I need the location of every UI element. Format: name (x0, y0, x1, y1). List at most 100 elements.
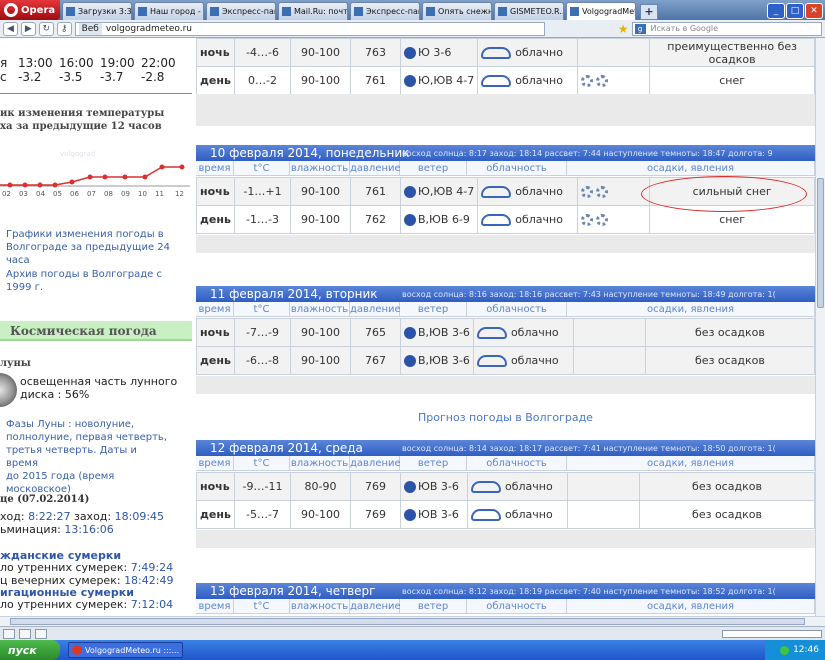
table-row: день -5…-7 90-100 769 ЮВ 3-6 облачно без… (196, 500, 815, 529)
cloud-cell: облачно (467, 500, 568, 529)
mini-row-label: я (0, 56, 8, 70)
page-content: я 13:00 16:00 19:00 22:00 c -3.2 -3.5 -3.7 -2.8 … (0, 38, 815, 616)
unite-button[interactable] (35, 628, 47, 639)
precipitation-cell: без осадков (644, 346, 815, 375)
snow-icon (581, 186, 594, 198)
time-of-day: ночь (196, 177, 235, 206)
network-icon[interactable] (780, 645, 790, 655)
start-button[interactable]: пуск (0, 640, 60, 660)
link-line: Архив погоды в Волгограде с (6, 269, 162, 280)
opera-logo-icon (4, 3, 18, 17)
day-header: 10 февраля 2014, понедельник восход солнц… (196, 145, 815, 161)
cloud-cell: облачно (477, 66, 579, 95)
search-placeholder: Искать в Google (650, 23, 719, 33)
mini-temp: -3.2 (18, 70, 42, 84)
tab-label: Mail.Ru: почт... (294, 7, 348, 16)
wind-cell: Ю,ЮВ 4-7 (399, 177, 479, 206)
moon-heading: луны (0, 358, 31, 369)
mini-time: 16:00 (59, 56, 94, 70)
forward-button[interactable]: ▶ (20, 21, 36, 36)
archive-link[interactable]: Архив погоды в Волгограде с 1999 г. (6, 268, 171, 294)
separator-band (196, 235, 815, 253)
divider (0, 93, 192, 94)
favicon-icon (426, 7, 435, 16)
back-button[interactable]: ◀ (3, 21, 18, 36)
favicon-icon (210, 7, 219, 16)
precipitation-cell: без осадков (639, 500, 815, 529)
pressure-cell: 769 (350, 472, 401, 501)
url-field[interactable]: Веб volgogradmeteo.ru (74, 21, 545, 36)
moon-phases-link[interactable]: Фазы Луны : новолуние, полнолуние, перва… (6, 418, 171, 496)
close-window-button[interactable]: ✕ (805, 3, 823, 19)
maximize-button[interactable]: □ (786, 3, 804, 19)
browser-tab[interactable]: Mail.Ru: почт...✕ (278, 2, 348, 20)
sunset-label: заход: (73, 510, 112, 523)
column-header: время (196, 161, 234, 175)
taskbar-window-button[interactable]: VolgogradMeteo.ru :::... (68, 642, 183, 658)
horizontal-scrollbar[interactable] (0, 616, 825, 626)
opera-menu-button[interactable]: Opera (0, 0, 60, 20)
browser-tab-active[interactable]: VolgogradMet...✕ (566, 2, 636, 20)
browser-tab[interactable]: GISMETEO.R...✕ (494, 2, 564, 20)
status-bar (0, 626, 825, 640)
time-of-day: день (196, 205, 235, 234)
browser-tab[interactable]: Экспресс-пан...✕ (350, 2, 420, 20)
minimize-button[interactable]: _ (767, 3, 785, 19)
mini-temperature-table: я 13:00 16:00 19:00 22:00 c -3.2 -3.5 -3.7 -2.8 (0, 56, 182, 84)
cloud-text: облачно (515, 46, 563, 59)
browser-tab[interactable]: Загрузки 3:36✕ (62, 2, 132, 20)
mini-time: 19:00 (100, 56, 135, 70)
link-line: до 2015 года (время (6, 471, 115, 482)
table-row: ночь -7…-9 90-100 765 В,ЮВ 3-6 облачно б… (196, 318, 815, 347)
scrollbar-thumb[interactable] (10, 618, 805, 625)
charts-24h-link[interactable]: Графики изменения погоды в Волгограде за… (6, 228, 171, 267)
time-of-day: ночь (196, 318, 235, 347)
wind-direction: ЮВ (418, 508, 438, 521)
cloud-icon (481, 214, 512, 226)
column-headers: время t°C влажность давление ветер облач… (196, 456, 815, 471)
forecast-link[interactable]: Прогноз погоды в Волгограде (196, 411, 815, 424)
link-line: Фазы Луны : новолуние, (6, 419, 135, 430)
day-date: 12 февраля 2014, среда (210, 441, 363, 455)
day-astro: восход солнца: 8:14 заход: 18:17 рассвет… (402, 443, 776, 453)
svg-text:03: 03 (19, 190, 28, 198)
day-header: 12 февраля 2014, среда восход солнца: 8:1… (196, 440, 815, 456)
sync-button[interactable] (19, 628, 31, 639)
moon-text: освещенная часть лунного (20, 375, 178, 388)
column-header: t°C (234, 161, 290, 175)
favicon-icon (570, 7, 579, 16)
wind-speed: 3-6 (451, 326, 470, 339)
svg-text:05: 05 (53, 190, 62, 198)
separator-band (196, 376, 815, 394)
column-header: влажность (290, 302, 350, 316)
browser-tab[interactable]: Наш город - ...✕ (134, 2, 204, 20)
mini-temp: -3.5 (59, 70, 83, 84)
separator-band (196, 94, 815, 126)
temperature-cell: -6…-8 (234, 346, 291, 375)
browser-tab[interactable]: Экспресс-пан...✕ (206, 2, 276, 20)
phenomena-icons-cell (577, 205, 651, 234)
cloud-icon (481, 186, 512, 198)
humidity-cell: 90-100 (290, 66, 351, 95)
panel-toggle-button[interactable] (3, 628, 15, 639)
wind-cell: ЮВ 3-6 (400, 472, 468, 501)
svg-text:07: 07 (87, 190, 96, 198)
favicon-icon (138, 7, 147, 16)
bookmark-star-icon[interactable]: ★ (618, 22, 629, 36)
reload-button[interactable]: ↻ (38, 21, 54, 36)
humidity-cell: 90-100 (290, 38, 351, 67)
tab-label: GISMETEO.R... (510, 7, 564, 16)
new-tab-button[interactable]: + (640, 4, 658, 20)
zoom-slider[interactable] (722, 629, 822, 638)
vertical-scrollbar[interactable] (815, 38, 825, 616)
search-input[interactable]: g Искать в Google (631, 21, 822, 36)
culmination-value: 13:16:06 (64, 523, 114, 536)
temperature-chart[interactable]: volgograd 02 03 04 05 06 07 08 09 10 11 (0, 140, 190, 198)
key-icon[interactable]: ⚷ (56, 21, 72, 36)
snow-icon (596, 75, 609, 87)
browser-tab[interactable]: Опять снежн...✕ (422, 2, 492, 20)
web-badge: Веб (78, 22, 102, 35)
link-line: 1999 г. (6, 282, 44, 293)
scrollbar-thumb[interactable] (817, 178, 824, 308)
column-header: время (196, 302, 234, 316)
